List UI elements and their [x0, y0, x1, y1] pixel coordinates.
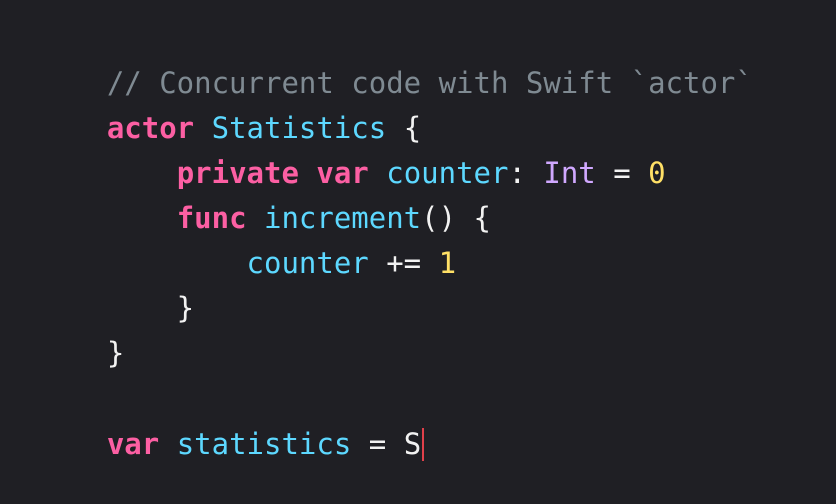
- plain-token: }: [106, 336, 125, 370]
- code-line-6: }: [37, 248, 194, 325]
- code-line-3: private var counter: Int = 0: [37, 113, 666, 190]
- plain-token: =: [595, 156, 649, 190]
- code-line-5: counter += 1: [37, 203, 457, 280]
- code-line-1: // Concurrent code with Swift `actor`: [37, 23, 753, 100]
- plain-token: =: [351, 427, 404, 461]
- keyword-token: var: [106, 427, 160, 461]
- plain-token: +=: [368, 246, 439, 280]
- code-line-2: actor Statistics {: [37, 68, 421, 145]
- number-token: 0: [648, 156, 666, 190]
- code-line-9: var statistics = S: [37, 384, 425, 461]
- identifier-token: statistics: [176, 427, 352, 461]
- type-token: Int: [543, 156, 596, 190]
- number-token: 1: [438, 246, 457, 280]
- code-editor[interactable]: // Concurrent code with Swift `actor` ac…: [0, 0, 836, 478]
- plain-token: :: [508, 156, 544, 190]
- code-line-4: func increment() {: [37, 158, 491, 235]
- plain-token: S: [403, 427, 422, 461]
- identifier-token: counter: [246, 246, 369, 280]
- code-line-7: }: [37, 293, 124, 370]
- text-cursor: [422, 427, 425, 461]
